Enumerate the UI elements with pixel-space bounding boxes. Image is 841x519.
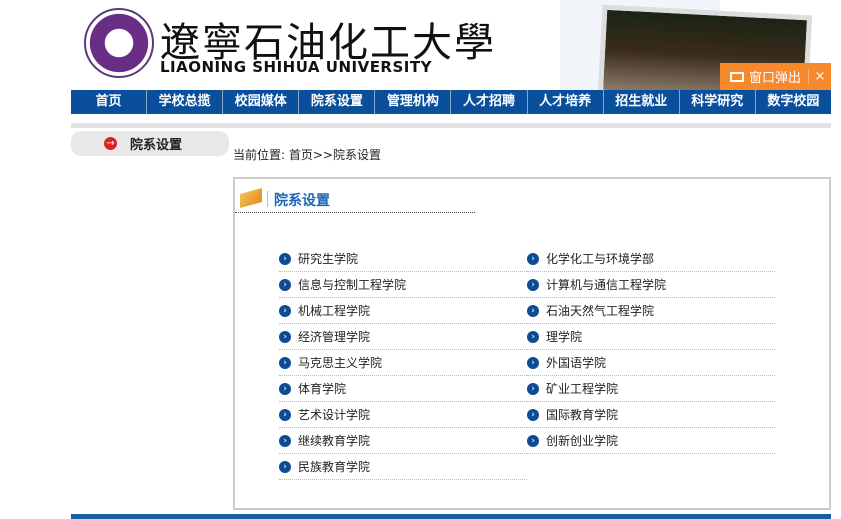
chevron-right-icon: ›	[527, 278, 539, 291]
popup-window-button[interactable]: 窗口弹出 ×	[720, 63, 831, 90]
college-link[interactable]: › 民族教育学院	[279, 454, 527, 480]
college-name: 经济管理学院	[298, 330, 371, 344]
college-link[interactable]: › 艺术设计学院	[279, 402, 527, 428]
university-logo[interactable]: 遼寧石油化工大學 LIAONING SHIHUA UNIVERSITY	[84, 8, 494, 78]
chevron-right-icon: ›	[527, 330, 539, 343]
college-name: 体育学院	[298, 382, 347, 396]
college-name: 理学院	[546, 330, 583, 344]
chevron-right-icon: ›	[527, 434, 539, 447]
college-link[interactable]: › 计算机与通信工程学院	[527, 272, 775, 298]
chevron-right-icon: ›	[279, 382, 291, 395]
emblem-icon	[84, 8, 154, 78]
arrow-right-icon: →	[104, 137, 117, 150]
breadcrumb: 当前位置: 首页>>院系设置	[233, 148, 381, 162]
college-name: 国际教育学院	[546, 408, 619, 422]
college-name: 信息与控制工程学院	[298, 278, 407, 292]
college-name: 民族教育学院	[298, 460, 371, 474]
nav-item[interactable]: 校园媒体	[223, 90, 300, 114]
chevron-right-icon: ›	[279, 356, 291, 369]
divider	[71, 123, 831, 128]
chevron-right-icon: ›	[527, 252, 539, 265]
sidebar-heading[interactable]: → 院系设置	[71, 131, 229, 156]
college-name: 外国语学院	[546, 356, 607, 370]
college-name: 创新创业学院	[546, 434, 619, 448]
college-link[interactable]: › 信息与控制工程学院	[279, 272, 527, 298]
college-name: 艺术设计学院	[298, 408, 371, 422]
college-name: 石油天然气工程学院	[546, 304, 655, 318]
content-box: 院系设置 › 研究生学院 › 化学化工与环境学部 › 信息与控制工程学院 › 计算机与通信工程…	[233, 177, 831, 510]
university-name-en: LIAONING SHIHUA UNIVERSITY	[160, 58, 432, 76]
popup-label: 窗口弹出	[749, 71, 802, 86]
nav-item[interactable]: 科学研究	[680, 90, 756, 114]
college-link[interactable]: › 理学院	[527, 324, 775, 350]
footer-bar	[71, 514, 831, 519]
chevron-right-icon: ›	[279, 330, 291, 343]
nav-item[interactable]: 首页	[71, 90, 148, 114]
nav-item[interactable]: 人才培养	[528, 90, 604, 114]
college-link[interactable]: › 继续教育学院	[279, 428, 527, 454]
chevron-right-icon: ›	[527, 408, 539, 421]
college-link[interactable]: › 化学化工与环境学部	[527, 246, 775, 272]
college-name: 机械工程学院	[298, 304, 371, 318]
monitor-icon	[730, 71, 744, 82]
folder-icon	[240, 188, 262, 208]
chevron-right-icon: ›	[527, 356, 539, 369]
nav-item[interactable]: 招生就业	[604, 90, 680, 114]
chevron-right-icon: ›	[279, 460, 291, 473]
college-link[interactable]: › 体育学院	[279, 376, 527, 402]
college-link[interactable]: › 创新创业学院	[527, 428, 775, 454]
chevron-right-icon: ›	[527, 304, 539, 317]
chevron-right-icon: ›	[279, 434, 291, 447]
college-link[interactable]: › 矿业工程学院	[527, 376, 775, 402]
college-name: 化学化工与环境学部	[546, 252, 655, 266]
chevron-right-icon: ›	[279, 304, 291, 317]
box-title: 院系设置	[274, 193, 330, 209]
college-link[interactable]: › 研究生学院	[279, 246, 527, 272]
college-link[interactable]: › 外国语学院	[527, 350, 775, 376]
nav-item[interactable]: 人才招聘	[451, 90, 528, 114]
main-nav: 首页 学校总揽 校园媒体 院系设置 管理机构 人才招聘 人才培养 招生就业 科学研究 数字校园	[71, 90, 831, 114]
chevron-right-icon: ›	[279, 252, 291, 265]
college-link[interactable]: › 机械工程学院	[279, 298, 527, 324]
college-link[interactable]: › 国际教育学院	[527, 402, 775, 428]
college-link[interactable]: › 石油天然气工程学院	[527, 298, 775, 324]
college-name: 计算机与通信工程学院	[546, 278, 667, 292]
college-link[interactable]: › 马克思主义学院	[279, 350, 527, 376]
title-underline	[235, 212, 475, 213]
sidebar-title: 院系设置	[130, 138, 183, 153]
college-name: 矿业工程学院	[546, 382, 619, 396]
college-link[interactable]: › 经济管理学院	[279, 324, 527, 350]
nav-item[interactable]: 管理机构	[375, 90, 452, 114]
chevron-right-icon: ›	[279, 408, 291, 421]
chevron-right-icon: ›	[527, 382, 539, 395]
close-icon[interactable]: ×	[808, 69, 831, 84]
college-name: 研究生学院	[298, 252, 359, 266]
nav-item[interactable]: 学校总揽	[147, 90, 224, 114]
college-name: 继续教育学院	[298, 434, 371, 448]
college-name: 马克思主义学院	[298, 356, 383, 370]
title-separator	[267, 191, 268, 207]
nav-item[interactable]: 数字校园	[756, 90, 831, 114]
chevron-right-icon: ›	[279, 278, 291, 291]
nav-item[interactable]: 院系设置	[299, 90, 376, 114]
